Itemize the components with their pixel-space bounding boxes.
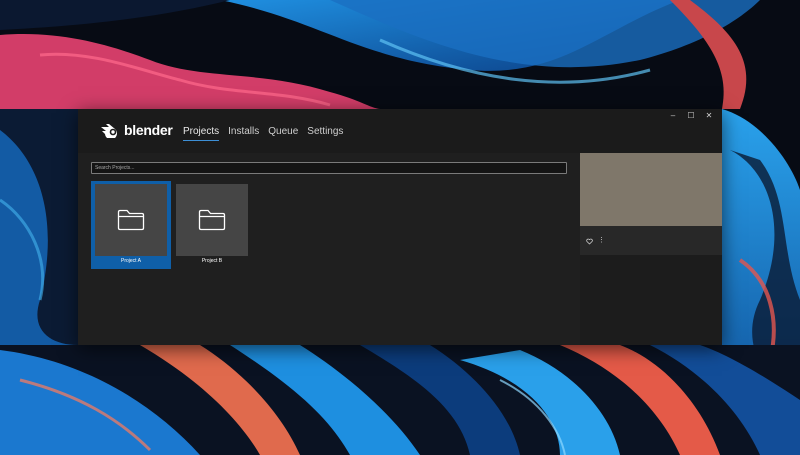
panel-actions: ⋮ — [580, 226, 722, 255]
project-name: Project B — [201, 258, 223, 264]
project-detail-panel: ⋮ — [580, 153, 722, 345]
logo-text: blender — [124, 122, 173, 138]
tab-settings[interactable]: Settings — [307, 126, 343, 141]
main-nav: Projects Installs Queue Settings — [183, 126, 343, 141]
project-thumbnail — [176, 184, 248, 256]
project-thumbnail — [95, 184, 167, 256]
maximize-button[interactable]: ☐ — [682, 110, 700, 122]
more-options-icon[interactable]: ⋮ — [598, 237, 605, 244]
folder-icon — [198, 209, 226, 231]
project-card-b[interactable]: Project B — [172, 181, 252, 269]
project-preview — [580, 153, 722, 226]
search-input[interactable] — [91, 162, 567, 174]
title-bar: blender Projects Installs Queue Settings… — [78, 109, 722, 153]
launcher-window: blender Projects Installs Queue Settings… — [78, 109, 722, 345]
close-button[interactable]: ✕ — [700, 110, 718, 122]
heart-icon[interactable] — [586, 238, 593, 245]
folder-icon — [117, 209, 145, 231]
tab-installs[interactable]: Installs — [228, 126, 259, 141]
tab-projects[interactable]: Projects — [183, 126, 220, 141]
minimize-button[interactable]: – — [664, 110, 682, 122]
window-controls: – ☐ ✕ — [664, 110, 718, 122]
blender-logo: blender — [100, 122, 173, 138]
project-card-a[interactable]: Project A — [91, 181, 171, 269]
tab-queue[interactable]: Queue — [268, 126, 298, 141]
project-name: Project A — [120, 258, 141, 264]
blender-logo-icon — [101, 124, 117, 138]
